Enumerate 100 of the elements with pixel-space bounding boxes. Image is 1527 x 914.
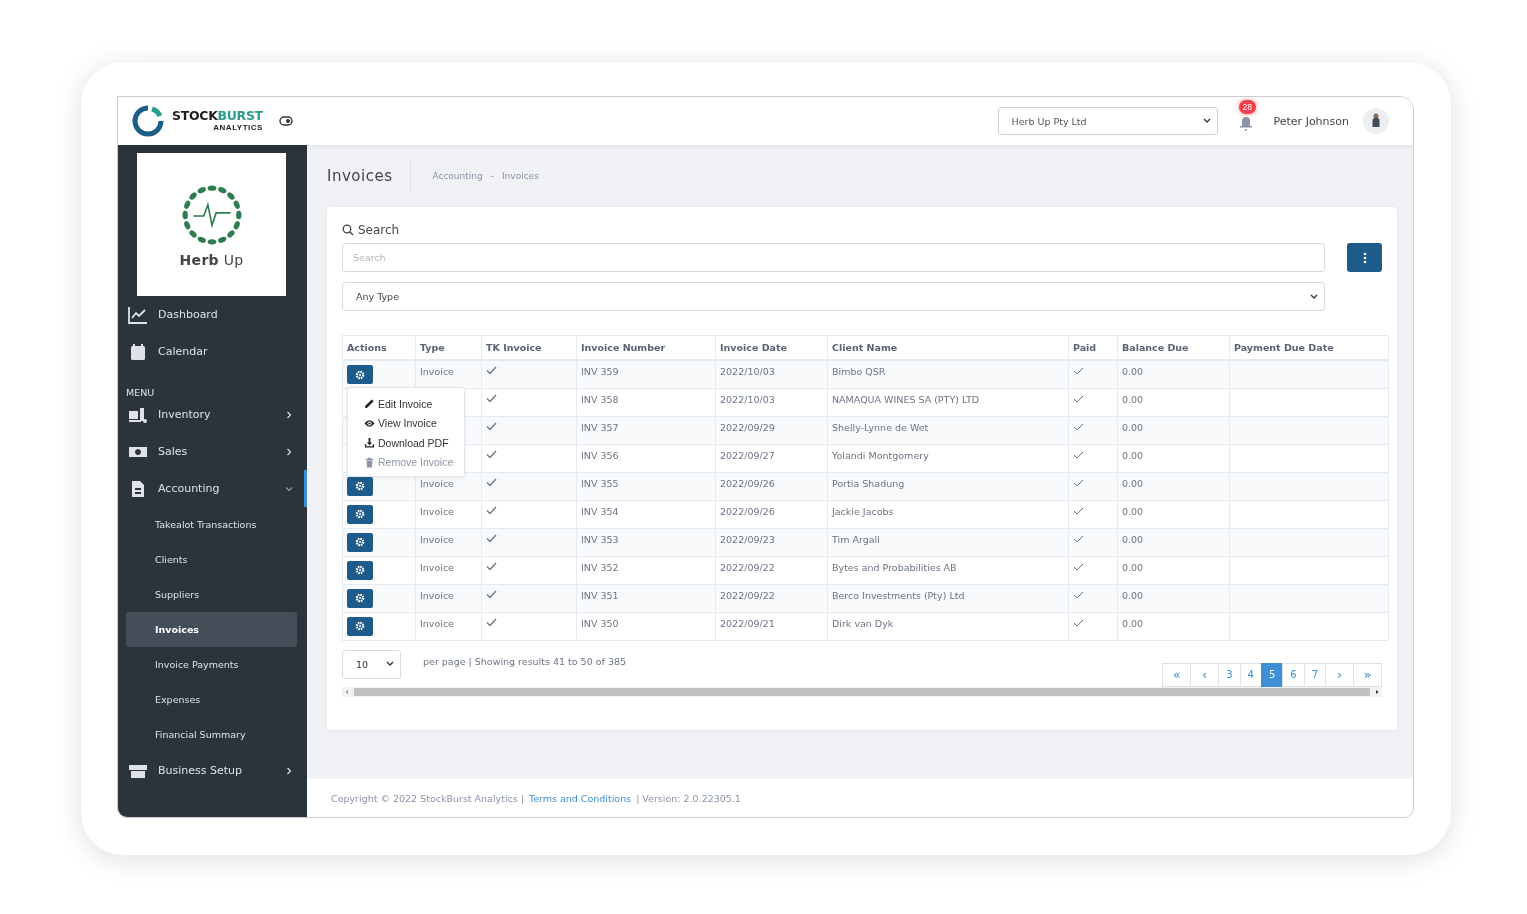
toggle-icon[interactable] [278,116,293,126]
page-button[interactable]: » [1353,662,1382,687]
menu-heading: MENU [125,386,156,396]
sub-nav-item[interactable]: Invoices [126,612,297,647]
table-cell: Bytes and Probabilities AB [832,561,957,573]
table-cell: INV 352 [581,561,619,573]
table-cell: Jackie Jacobs [832,505,894,517]
nav-item[interactable]: Inventory [118,396,307,433]
table-cell: NAMAQUA WINES SA (PTY) LTD [832,393,980,405]
table-cell: INV 353 [581,533,619,545]
per-page-select[interactable]: 10 [342,649,401,679]
search-field[interactable]: Search [342,243,1325,272]
table-cell: 0.00 [1122,589,1144,601]
results-summary: per page | Showing results 41 to 50 of 385 [423,655,627,667]
sub-nav-item[interactable]: Invoice Payments [126,647,297,682]
company-select[interactable]: Herb Up Pty Ltd [997,107,1218,135]
table-cell: INV 355 [581,477,619,489]
pencil-icon [364,398,375,410]
bell-icon[interactable] [1238,115,1253,131]
gear-icon [355,621,365,631]
settings-button[interactable] [347,560,373,580]
caret-icon [1310,293,1318,300]
table-cell: 0.00 [1122,449,1144,461]
copyright-text: Copyright © 2022 StockBurst Analytics | [331,792,524,804]
settings-button[interactable] [347,588,373,608]
sub-nav-item[interactable]: Suppliers [126,577,297,612]
avatar-icon[interactable] [1363,108,1389,134]
logo-icon [132,105,164,137]
calendar-icon [128,342,148,361]
sub-nav-item[interactable]: Clients [126,542,297,577]
chart-icon [128,305,148,324]
sub-nav-item[interactable]: Takealot Transactions [126,507,297,542]
logo-text: STOCKBURST ANALYTICS [172,110,263,132]
scroll-right-icon[interactable] [1374,688,1380,695]
chevron-right-icon [285,410,293,419]
eye-icon [364,417,375,429]
table-cell: INV 357 [581,421,619,433]
nav-item[interactable]: Business Setup [118,752,307,789]
search-icon [342,224,354,236]
trash-icon [364,456,375,468]
table-cell: Invoice [420,617,454,629]
table-cell: 2022/09/21 [720,617,775,629]
table-cell: Portia Shadung [832,477,905,489]
gear-icon [355,509,365,519]
table-cell: 2022/09/29 [720,421,775,433]
sub-nav-item[interactable]: Financial Summary [126,717,297,752]
kebab-icon [1362,251,1367,264]
nav-item[interactable]: Sales [118,433,307,470]
table-cell: Invoice [420,366,454,377]
sub-nav-item[interactable]: Expenses [126,682,297,717]
table-cell: 0.00 [1122,561,1144,573]
settings-button[interactable] [347,504,373,524]
hand-truck-icon [128,405,148,424]
menu-item[interactable]: Edit Invoice [364,394,464,414]
table-cell: 0.00 [1122,393,1144,405]
table-cell: INV 356 [581,449,619,461]
table-cell: Invoice [420,561,454,573]
table-cell: Bimbo QSR [832,366,886,377]
settings-button[interactable] [347,532,373,552]
settings-button[interactable] [347,365,373,384]
table-cell: 0.00 [1122,617,1144,629]
chevron-right-icon [285,447,293,456]
type-select[interactable]: Any Type [342,282,1325,311]
menu-item[interactable]: Download PDF [364,433,464,453]
table-cell: INV 358 [581,393,619,405]
nav-item[interactable]: Accounting [118,470,307,507]
page-button[interactable]: « [1162,662,1192,687]
table-cell: 2022/09/22 [720,561,775,573]
table-cell: 0.00 [1122,533,1144,545]
download-icon [364,437,375,449]
settings-button[interactable] [347,476,373,496]
terms-link[interactable]: Terms and Conditions [528,792,632,804]
table-cell: Shelly-Lynne de Wet [832,421,929,433]
caret-icon [386,661,394,667]
menu-item[interactable]: View Invoice [364,413,464,433]
page-button[interactable]: › [1325,662,1354,687]
table-cell: Tim Argall [832,533,880,545]
notification-badge: 28 [1238,100,1256,114]
page-button[interactable]: 6 [1282,662,1305,687]
table-cell: 2022/09/23 [720,533,775,545]
gear-icon [355,369,365,380]
table-cell: 2022/09/26 [720,505,775,517]
table-cell: Invoice [420,589,454,601]
nav-item[interactable]: Dashboard [118,296,307,333]
horizontal-scrollbar[interactable] [342,686,1382,697]
nav-item[interactable]: Calendar [118,333,307,370]
gear-icon [355,537,365,547]
table-cell: 0.00 [1122,421,1144,433]
table-cell: INV 359 [581,366,619,377]
chevron-down-icon [285,484,293,493]
table-cell: 0.00 [1122,477,1144,489]
gear-icon [355,565,365,575]
settings-button[interactable] [347,616,373,636]
table-cell: Invoice [420,477,454,489]
table-cell: 2022/10/03 [720,393,775,405]
table-cell: Yolandi Montgomery [832,449,929,461]
table-cell: INV 354 [581,505,619,517]
search-label: Search [358,223,400,237]
page-button[interactable]: ‹ [1190,662,1220,687]
user-name[interactable]: Peter Johnson [1273,114,1349,128]
